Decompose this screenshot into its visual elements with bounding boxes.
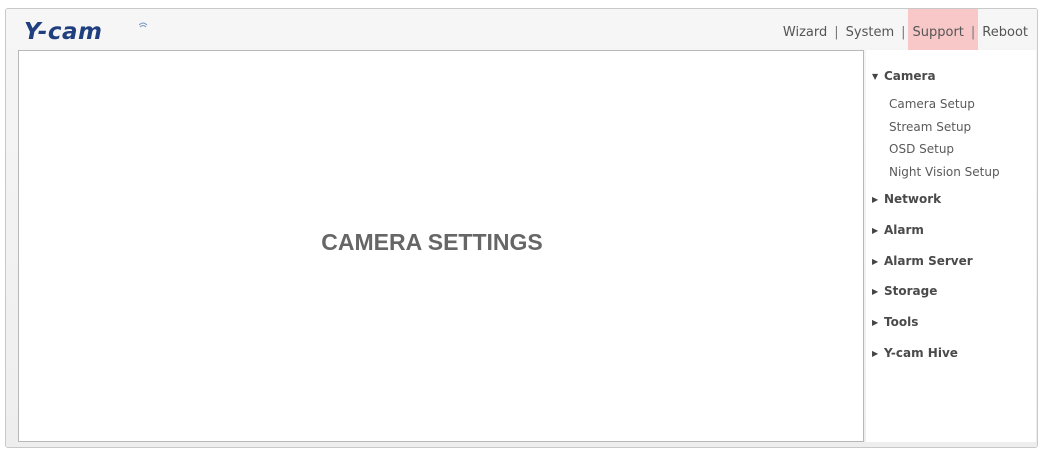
collapsed-arrow-icon: ▶ <box>872 195 879 204</box>
nav-separator: | <box>901 25 906 40</box>
sidebar-category-label: Alarm Server <box>884 254 973 268</box>
sidebar-item-camera-setup[interactable]: Camera Setup <box>889 97 975 111</box>
top-navigation: Wizard | System | Support | Reboot <box>782 25 1029 40</box>
sidebar-item-stream-setup[interactable]: Stream Setup <box>889 120 971 134</box>
sidebar-category-label: Alarm <box>884 223 924 237</box>
app-window: Y-cam Wizard | System | Support | Reboot CAMER… <box>5 8 1038 448</box>
sidebar-category-label: Storage <box>884 284 938 298</box>
collapsed-arrow-icon: ▶ <box>872 226 879 235</box>
nav-support[interactable]: Support <box>912 25 965 40</box>
sidebar-category-label: Camera <box>884 69 936 83</box>
page-title: CAMERA SETTINGS <box>321 229 543 255</box>
wireless-waves-icon <box>139 22 148 28</box>
expanded-arrow-icon: ▼ <box>872 72 879 81</box>
main-content-panel: CAMERA SETTINGS <box>18 50 864 442</box>
sidebar-category-label: Network <box>884 192 942 206</box>
sidebar-category-label: Y-cam Hive <box>884 346 958 360</box>
nav-system[interactable]: System <box>845 25 895 40</box>
sidebar-category-tools[interactable]: ▶ Tools <box>872 315 918 329</box>
sidebar-category-alarm-server[interactable]: ▶ Alarm Server <box>872 254 973 268</box>
nav-separator: | <box>970 25 976 40</box>
sidebar-category-storage[interactable]: ▶ Storage <box>872 284 937 298</box>
collapsed-arrow-icon: ▶ <box>872 318 879 327</box>
sidebar-category-label: Tools <box>884 315 919 329</box>
collapsed-arrow-icon: ▶ <box>872 287 879 296</box>
sidebar-category-network[interactable]: ▶ Network <box>872 192 941 206</box>
collapsed-arrow-icon: ▶ <box>872 349 879 358</box>
sidebar-category-alarm[interactable]: ▶ Alarm <box>872 223 924 237</box>
settings-sidebar: ▼ Camera Camera Setup Stream Setup OSD Se… <box>866 50 1036 442</box>
ycam-logo[interactable]: Y-cam <box>24 19 102 45</box>
sidebar-category-ycam-hive[interactable]: ▶ Y-cam Hive <box>872 346 958 360</box>
sidebar-item-osd-setup[interactable]: OSD Setup <box>889 142 954 156</box>
collapsed-arrow-icon: ▶ <box>872 257 879 266</box>
nav-separator: | <box>834 25 839 40</box>
sidebar-category-camera[interactable]: ▼ Camera <box>872 69 936 83</box>
nav-reboot[interactable]: Reboot <box>981 25 1029 40</box>
sidebar-item-night-vision-setup[interactable]: Night Vision Setup <box>889 165 1000 179</box>
nav-wizard[interactable]: Wizard <box>782 25 828 40</box>
